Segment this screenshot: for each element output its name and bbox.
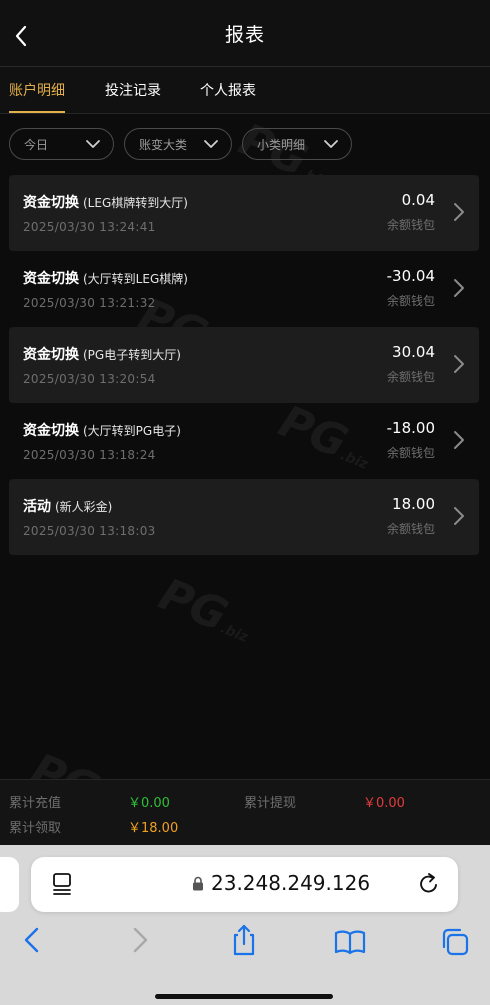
- record-detail: (LEG棋牌转到大厅): [83, 196, 188, 210]
- record-detail: (大厅转到PG电子): [83, 424, 181, 438]
- record-wallet: 余额钱包: [386, 294, 435, 308]
- filter-bar: 今日 账变大类 小类明细: [9, 128, 352, 160]
- record-detail: (新人彩金): [55, 500, 113, 514]
- record-wallet: 余额钱包: [386, 218, 435, 232]
- record-wallet: 余额钱包: [386, 522, 435, 536]
- browser-forward-icon[interactable]: [130, 927, 150, 953]
- page-menu-icon[interactable]: [51, 872, 73, 896]
- record-type: 资金切换: [23, 347, 79, 363]
- list-item[interactable]: 活动 (新人彩金) 2025/03/30 13:18:03 18.00 余额钱包: [9, 479, 479, 555]
- record-time: 2025/03/30 13:18:24: [23, 448, 156, 462]
- reload-icon[interactable]: [418, 872, 440, 896]
- record-list: 资金切换 (LEG棋牌转到大厅) 2025/03/30 13:24:41 0.04…: [9, 175, 479, 555]
- url-text: 23.248.249.126: [211, 871, 371, 895]
- summary-bar: 累计充值 ￥0.00 累计提现 ￥0.00 累计领取 ￥18.00: [0, 779, 490, 845]
- page-title: 报表: [224, 23, 265, 46]
- filter-label: 今日: [24, 137, 49, 152]
- record-amount: -18.00: [386, 419, 435, 437]
- chevron-right-icon: [454, 355, 464, 373]
- record-detail: (PG电子转到大厅): [83, 348, 181, 362]
- chevron-right-icon: [454, 431, 464, 449]
- record-type: 资金切换: [23, 195, 79, 211]
- tab-personal-report[interactable]: 个人报表: [200, 67, 256, 114]
- address-bar[interactable]: 23.248.249.126: [31, 857, 458, 912]
- lock-icon: [193, 876, 203, 891]
- date-filter-dropdown[interactable]: 今日: [9, 128, 114, 160]
- record-amount: 0.04: [401, 191, 435, 209]
- header-bar: 报表: [0, 0, 490, 67]
- record-detail: (大厅转到LEG棋牌): [83, 272, 188, 286]
- total-claim-value: ￥18.00: [128, 821, 179, 836]
- record-amount: -30.04: [386, 267, 435, 285]
- category-filter-dropdown[interactable]: 账变大类: [124, 128, 232, 160]
- total-recharge-value: ￥0.00: [128, 796, 170, 811]
- record-amount: 30.04: [392, 343, 435, 361]
- tab-account-details[interactable]: 账户明细: [9, 67, 65, 114]
- filter-label: 小类明细: [257, 137, 306, 152]
- tab-label: 个人报表: [200, 83, 256, 99]
- record-time: 2025/03/30 13:21:32: [23, 296, 156, 310]
- record-type: 资金切换: [23, 423, 79, 439]
- browser-back-icon[interactable]: [22, 927, 42, 953]
- record-type: 资金切换: [23, 271, 79, 287]
- tab-bet-records[interactable]: 投注记录: [105, 67, 161, 114]
- subcategory-filter-dropdown[interactable]: 小类明细: [242, 128, 352, 160]
- list-item[interactable]: 资金切换 (LEG棋牌转到大厅) 2025/03/30 13:24:41 0.04…: [9, 175, 479, 251]
- total-withdraw-label: 累计提现: [244, 796, 297, 811]
- chevron-right-icon: [454, 203, 464, 221]
- record-wallet: 余额钱包: [386, 446, 435, 460]
- tab-label: 账户明细: [9, 83, 65, 99]
- record-time: 2025/03/30 13:24:41: [23, 220, 156, 234]
- total-recharge-label: 累计充值: [9, 796, 62, 811]
- chevron-down-icon: [85, 139, 101, 149]
- tab-bar: 账户明细 投注记录 个人报表: [0, 67, 490, 114]
- record-wallet: 余额钱包: [386, 370, 435, 384]
- total-claim-label: 累计领取: [9, 821, 62, 836]
- chevron-right-icon: [454, 507, 464, 525]
- record-type: 活动: [23, 499, 51, 515]
- tabs-icon[interactable]: [440, 927, 470, 957]
- record-time: 2025/03/30 13:18:03: [23, 524, 156, 538]
- list-item[interactable]: 资金切换 (大厅转到PG电子) 2025/03/30 13:18:24 -18.0…: [9, 403, 479, 479]
- back-button[interactable]: [6, 18, 36, 54]
- bookmarks-icon[interactable]: [334, 929, 366, 955]
- list-item[interactable]: 资金切换 (大厅转到LEG棋牌) 2025/03/30 13:21:32 -30.…: [9, 251, 479, 327]
- previous-tab-card[interactable]: [0, 857, 19, 912]
- chevron-right-icon: [454, 279, 464, 297]
- filter-label: 账变大类: [139, 137, 188, 152]
- watermark: PG.biz: [151, 568, 251, 646]
- chevron-down-icon: [323, 139, 339, 149]
- chevron-left-icon: [15, 25, 27, 47]
- total-withdraw-value: ￥0.00: [363, 796, 405, 811]
- list-item[interactable]: 资金切换 (PG电子转到大厅) 2025/03/30 13:20:54 30.04…: [9, 327, 479, 403]
- browser-toolbar: 23.248.249.126: [0, 845, 490, 1005]
- share-icon[interactable]: [230, 923, 258, 957]
- home-indicator[interactable]: [155, 994, 333, 999]
- tab-label: 投注记录: [105, 83, 161, 99]
- record-amount: 18.00: [392, 495, 435, 513]
- chevron-down-icon: [203, 139, 219, 149]
- record-time: 2025/03/30 13:20:54: [23, 372, 156, 386]
